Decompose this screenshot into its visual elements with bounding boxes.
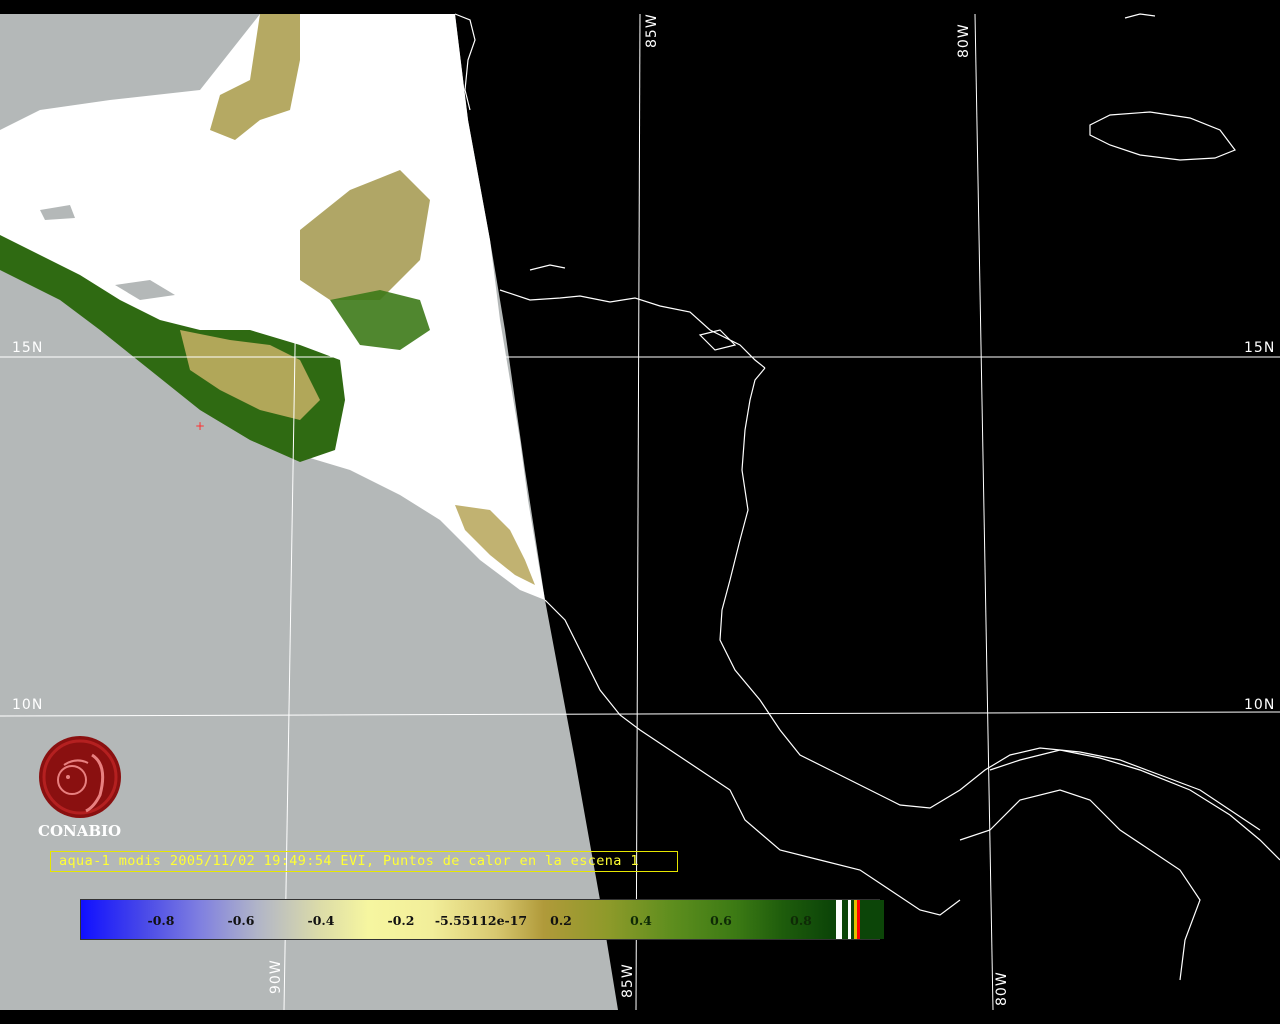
- map-view: + 15N 15N 10N 10N 85W 80W 90W 85W 80W CO…: [0, 0, 1280, 1024]
- colorbar-tick-label: -0.8: [147, 913, 175, 928]
- colorbar-end-swatch: [860, 900, 884, 939]
- colorbar-tick-label: 0.6: [710, 913, 732, 928]
- lon-label-85w-top: 85W: [644, 13, 660, 48]
- colorbar-tick-label: -0.6: [227, 913, 255, 928]
- coastline-panama-pacific: [959, 789, 1201, 981]
- lon-label-80w-bottom: 80W: [994, 971, 1010, 1006]
- coastline-nicaragua-east: [719, 367, 1261, 831]
- lat-label-15n-right: 15N: [1244, 340, 1276, 356]
- coastline-island-small: [529, 264, 566, 271]
- coastline-honduras-north: [499, 289, 766, 369]
- colorbar-tick-label: -0.2: [387, 913, 415, 928]
- lon-label-80w-top: 80W: [956, 23, 972, 58]
- lat-label-10n-left: 10N: [12, 697, 44, 713]
- colorbar-tick-label: -5.55112e-17: [434, 913, 528, 928]
- colorbar-tick-label: 0.4: [630, 913, 652, 928]
- lon-label-85w-bottom: 85W: [620, 963, 636, 998]
- colorbar-tick-label: -0.4: [307, 913, 335, 928]
- lon-label-90w-bottom: 90W: [268, 959, 284, 994]
- lat-label-15n-left: 15N: [12, 340, 44, 356]
- coastline-island-small: [1124, 13, 1156, 19]
- evi-colorbar: -0.8 -0.6 -0.4 -0.2 -5.55112e-17 0.2 0.4 0.6 0.8: [80, 899, 884, 940]
- coastline-jamaica: [1089, 111, 1236, 161]
- logo-wordmark: CONABIO: [38, 822, 122, 840]
- longitude-line-80w: [974, 13, 994, 1011]
- coastline-panama-caribbean: [989, 749, 1280, 861]
- colorbar-tick-label: 0.2: [550, 913, 572, 928]
- scene-caption: aqua-1 modis 2005/11/02 19:49:54 EVI, Pu…: [50, 851, 678, 872]
- lat-label-10n-right: 10N: [1244, 697, 1276, 713]
- colorbar-tick-label: 0.8: [790, 913, 812, 928]
- coastline-island-small: [698, 329, 737, 351]
- hotspot-marker: +: [195, 419, 205, 433]
